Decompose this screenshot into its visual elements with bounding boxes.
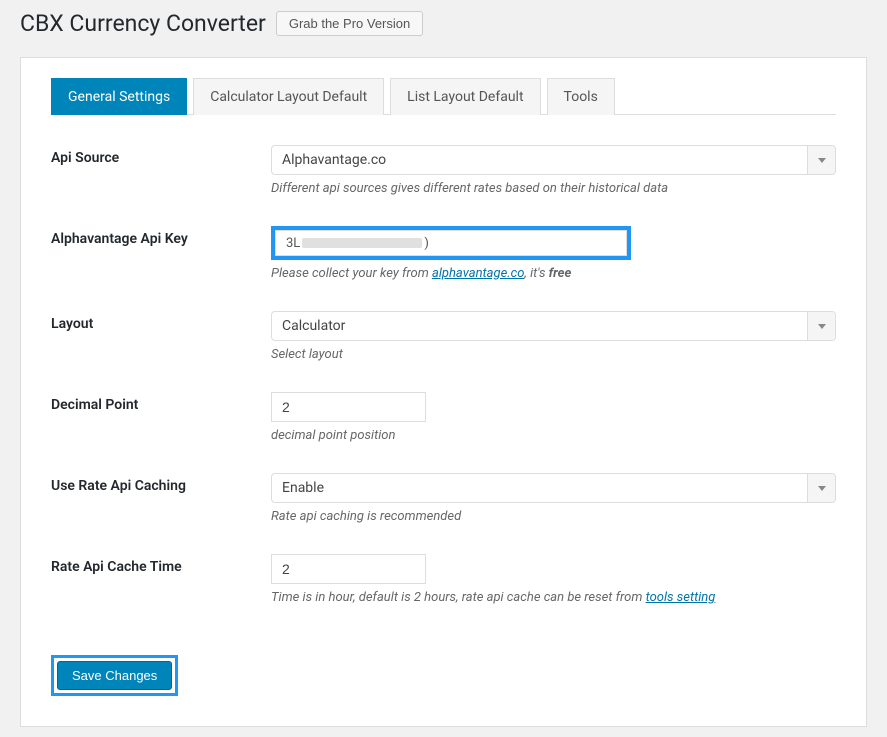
caching-select[interactable]: Enable <box>271 473 836 503</box>
decimal-point-input[interactable] <box>271 392 426 422</box>
cache-time-input[interactable] <box>271 554 426 584</box>
api-key-prefix: 3L <box>286 236 300 251</box>
mask-icon <box>302 238 422 248</box>
api-key-input[interactable]: 3L ) <box>275 230 627 256</box>
tabs-nav: General Settings Calculator Layout Defau… <box>51 78 836 115</box>
api-key-suffix: ) <box>424 236 429 251</box>
tools-setting-link[interactable]: tools setting <box>646 590 716 605</box>
tab-list-layout[interactable]: List Layout Default <box>390 78 540 115</box>
grab-pro-button[interactable]: Grab the Pro Version <box>276 11 423 36</box>
chevron-down-icon <box>807 474 835 502</box>
chevron-down-icon <box>807 312 835 340</box>
layout-label: Layout <box>51 311 271 362</box>
api-source-help: Different api sources gives different ra… <box>271 181 836 196</box>
caching-value: Enable <box>282 480 324 496</box>
decimal-point-help: decimal point position <box>271 428 836 443</box>
api-source-value: Alphavantage.co <box>282 152 386 168</box>
cache-time-label: Rate Api Cache Time <box>51 554 271 605</box>
decimal-point-label: Decimal Point <box>51 392 271 443</box>
layout-value: Calculator <box>282 318 345 334</box>
layout-select[interactable]: Calculator <box>271 311 836 341</box>
save-changes-button[interactable]: Save Changes <box>57 661 172 690</box>
tab-calculator-layout[interactable]: Calculator Layout Default <box>193 78 384 115</box>
layout-help: Select layout <box>271 347 836 362</box>
page-title: CBX Currency Converter <box>20 10 266 37</box>
caching-help: Rate api caching is recommended <box>271 509 836 524</box>
tab-tools[interactable]: Tools <box>547 78 615 115</box>
api-key-label: Alphavantage Api Key <box>51 226 271 281</box>
caching-label: Use Rate Api Caching <box>51 473 271 524</box>
api-source-select[interactable]: Alphavantage.co <box>271 145 836 175</box>
cache-time-help: Time is in hour, default is 2 hours, rat… <box>271 590 836 605</box>
tab-general-settings[interactable]: General Settings <box>51 78 187 115</box>
chevron-down-icon <box>807 146 835 174</box>
settings-panel: General Settings Calculator Layout Defau… <box>20 57 867 727</box>
api-source-label: Api Source <box>51 145 271 196</box>
api-key-help: Please collect your key from alphavantag… <box>271 266 836 281</box>
alphavantage-link[interactable]: alphavantage.co <box>432 266 524 281</box>
